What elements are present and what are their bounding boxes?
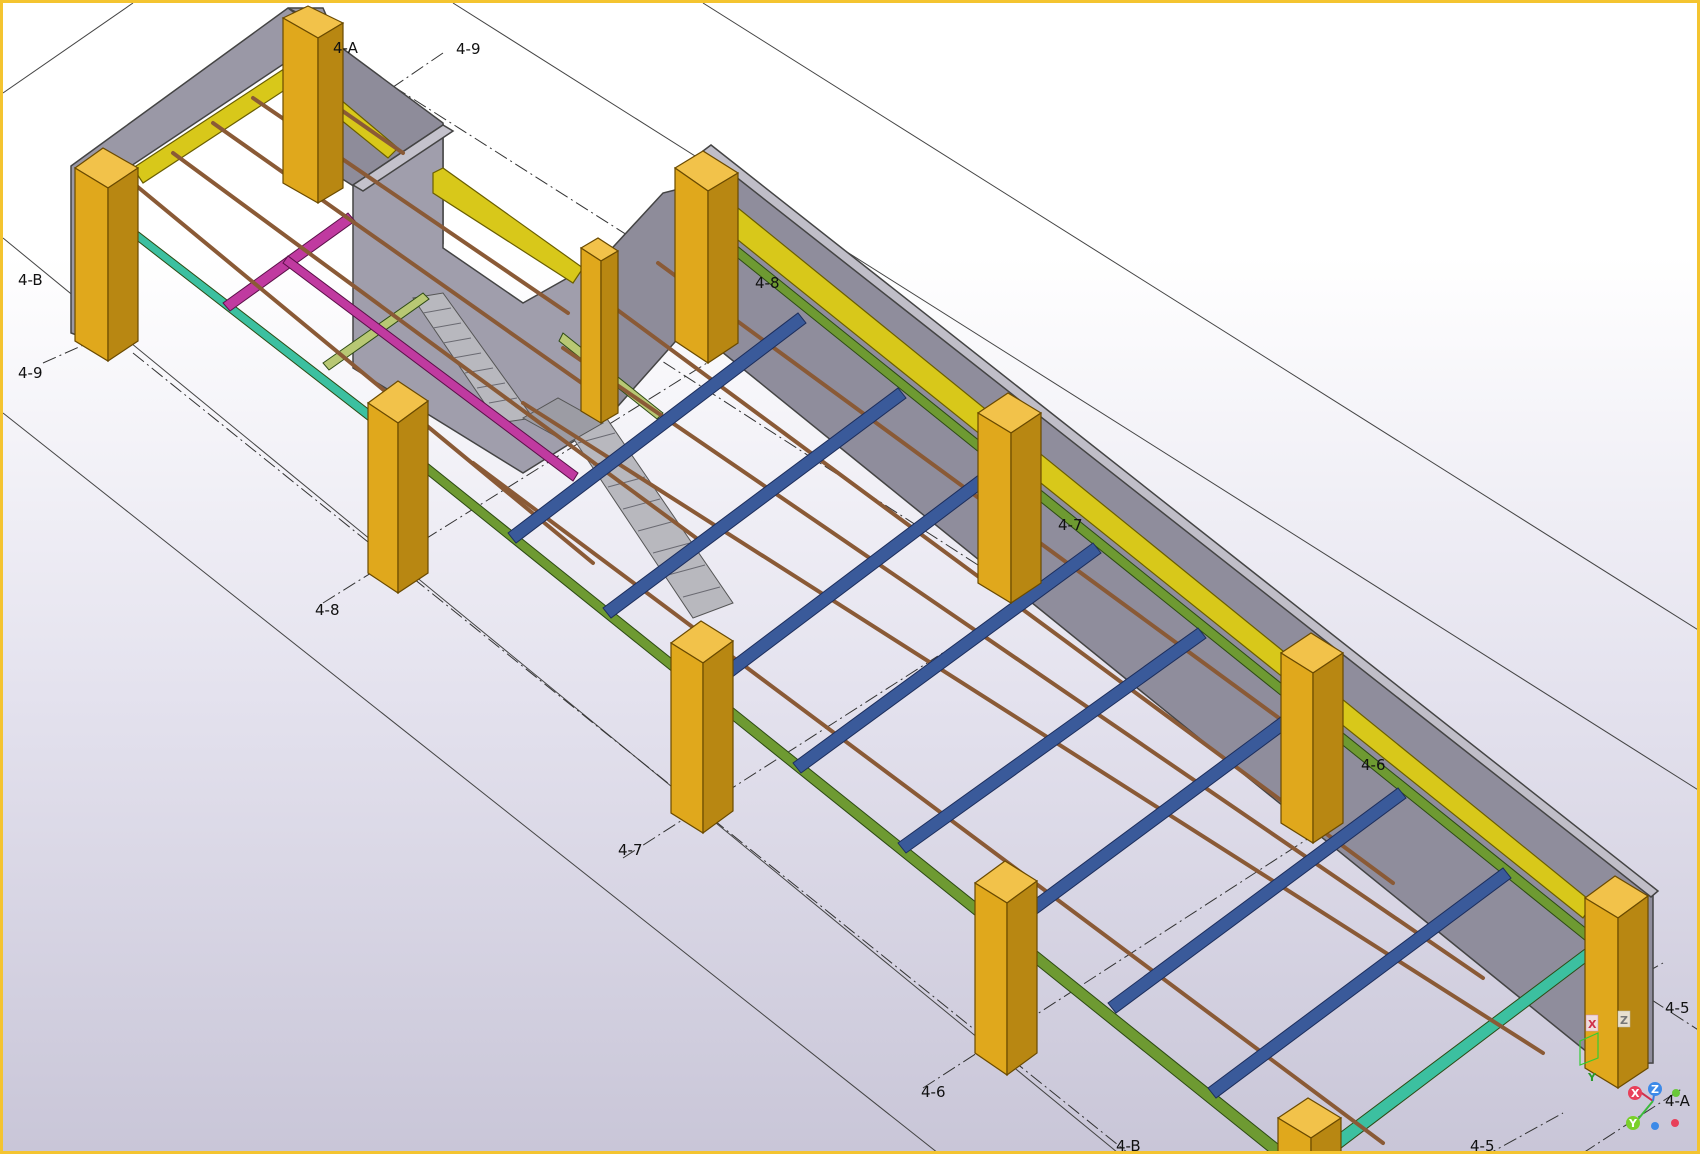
gizmo-y-label: Y — [1628, 1117, 1638, 1130]
grid-lines — [42, 47, 1697, 1151]
column-core — [579, 237, 620, 425]
3d-model-scene[interactable]: 4-A 4-9 4-B 4-9 4-8 4-7 4-6 4-8 4-7 4-6 … — [3, 3, 1700, 1154]
grid-label-4b-bottom: 4-B — [1116, 1137, 1141, 1154]
column-4a-4-7 — [976, 392, 1043, 605]
grid-label-4-9-top: 4-9 — [456, 40, 481, 58]
gizmo-red-dot-icon — [1671, 1119, 1679, 1127]
gizmo-green-dot-icon — [1672, 1089, 1680, 1097]
grid-label-4a-top: 4-A — [333, 39, 359, 57]
teal-girder-left — [120, 222, 394, 436]
grid-label-4-8-bottom: 4-8 — [315, 601, 340, 619]
wall-right-top — [701, 144, 1660, 898]
grid-label-4b-left: 4-B — [18, 271, 43, 289]
local-axis-y-label: Y — [1587, 1071, 1597, 1084]
column-4b-4-8 — [366, 380, 430, 595]
grid-label-4-9-left: 4-9 — [18, 364, 43, 382]
grid-label-4-6-top: 4-6 — [1361, 756, 1386, 774]
local-axis-x-label: X — [1588, 1018, 1597, 1031]
gizmo-z-label: Z — [1651, 1083, 1659, 1096]
column-4a-4-5 — [1583, 875, 1650, 1090]
column-4b-4-7 — [669, 620, 735, 835]
column-4b-4-9 — [73, 147, 140, 363]
grid-label-4-5-bottom: 4-5 — [1470, 1137, 1495, 1154]
grid-label-4-5-right: 4-5 — [1665, 999, 1690, 1017]
column-4a-4-9 — [281, 5, 345, 205]
gizmo-x-label: X — [1631, 1087, 1640, 1100]
local-axis-z-label: Z — [1620, 1014, 1628, 1027]
grid-label-4-6-bottom: 4-6 — [921, 1083, 946, 1101]
grid-label-4-8-top: 4-8 — [755, 274, 780, 292]
column-4a-4-6 — [1279, 632, 1345, 845]
grid-label-4-7-bottom: 4-7 — [618, 841, 643, 859]
model-viewport[interactable]: 4-A 4-9 4-B 4-9 4-8 4-7 4-6 4-8 4-7 4-6 … — [0, 0, 1700, 1154]
column-4b-4-6 — [973, 860, 1039, 1077]
brown-joists — [131, 71, 1545, 1145]
column-4a-4-8 — [673, 150, 740, 365]
grid-label-4-7-top: 4-7 — [1058, 516, 1083, 534]
gizmo-blue-dot-icon — [1651, 1122, 1659, 1130]
